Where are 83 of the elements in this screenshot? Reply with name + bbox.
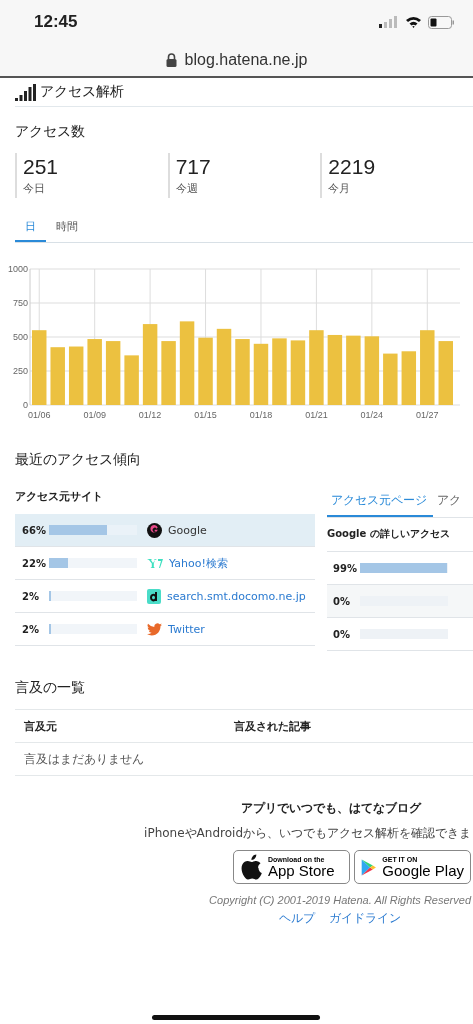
x-axis-label: 01/24	[360, 410, 384, 420]
site-name: search.smt.docomo.ne.jp	[167, 589, 306, 603]
y-axis-label: 500	[12, 332, 28, 342]
apple-icon	[240, 854, 262, 880]
stat-label: 今日	[23, 181, 46, 196]
chart-bar	[124, 355, 139, 405]
x-axis-label: 01/27	[416, 410, 439, 420]
y-axis-label: 750	[12, 298, 28, 308]
source-row[interactable]: 22% Yahoo!検索	[15, 547, 315, 580]
bird-icon	[147, 622, 162, 636]
detail-tab[interactable]: アクセス元ページ	[327, 487, 433, 517]
percent-text: 22%	[22, 557, 46, 569]
source-row[interactable]: 2% Twitter	[15, 613, 315, 646]
section-title: 最近のアクセス傾向	[15, 451, 142, 469]
column-header: 言及された記事	[234, 718, 312, 734]
y-axis-label: 0	[23, 400, 28, 410]
promo-title: アプリでいつでも、はてなブログ	[241, 800, 421, 817]
stat-label: 今月	[328, 181, 352, 196]
chart-bar	[383, 353, 398, 405]
promo-text: iPhoneやAndroidから、いつでもアクセス解析を確認できま	[144, 825, 471, 842]
stat-value: 2219	[328, 155, 377, 179]
lock-icon	[165, 53, 177, 67]
percent-text: 99%	[333, 562, 357, 574]
page-title: アクセス解析	[40, 83, 124, 101]
table-title: アクセス元サイト	[15, 489, 104, 504]
site-name: Google	[168, 523, 207, 537]
y-axis-label: 250	[12, 366, 28, 376]
copyright-text: Copyright (C) 2001-2019 Hatena. All Rights Reserved	[209, 894, 471, 906]
chart-bar	[438, 341, 453, 405]
yahoo-logo-icon	[147, 557, 163, 569]
store-name: App Store	[268, 863, 335, 878]
site-name: Twitter	[168, 622, 205, 636]
chart-bar	[327, 334, 343, 405]
battery-icon	[428, 15, 455, 29]
chart-bar	[50, 347, 65, 405]
chart-bar	[253, 343, 269, 405]
x-axis-label: 01/18	[249, 410, 273, 420]
section-title: 言及の一覧	[15, 679, 86, 697]
google-logo-icon	[147, 522, 162, 538]
percent-text: 0%	[333, 628, 351, 640]
chart-bar	[198, 337, 213, 405]
period-tab[interactable]: 日	[15, 214, 46, 242]
footer-link[interactable]: ヘルプ	[279, 910, 315, 927]
chart-bar	[290, 340, 306, 405]
source-row[interactable]: 2% search.smt.docomo.ne.jp	[15, 580, 315, 613]
chart-bar	[235, 339, 250, 405]
stat-value: 251	[23, 155, 60, 179]
empty-message: 言及はまだありません	[15, 743, 473, 776]
wifi-icon	[405, 16, 422, 28]
period-tab[interactable]: 時間	[46, 214, 88, 242]
stat-label: 今週	[175, 181, 199, 196]
column-header: 言及元	[24, 718, 58, 734]
detail-tab[interactable]: アク	[433, 487, 467, 517]
footer-link[interactable]: ガイドライン	[329, 910, 401, 927]
percent-text: 0%	[333, 595, 351, 607]
x-axis-label: 01/09	[83, 410, 106, 420]
x-axis-label: 01/21	[305, 410, 328, 420]
chart-bar	[105, 341, 121, 405]
docomo-logo-icon	[147, 588, 161, 604]
percent-text: 2%	[22, 623, 40, 635]
chart-bar	[161, 341, 176, 405]
stat-value: 717	[175, 155, 212, 179]
chart-bar	[401, 351, 417, 405]
percent-text: 66%	[22, 524, 46, 536]
x-axis-label: 01/15	[194, 410, 217, 420]
chart-bar	[346, 335, 361, 405]
signal-bars-icon	[15, 83, 36, 101]
site-name: Yahoo!検索	[169, 555, 228, 571]
url-text[interactable]: blog.hatena.ne.jp	[184, 51, 308, 69]
y-axis-label: 1000	[7, 264, 28, 274]
chart-bar	[364, 336, 380, 405]
x-axis-label: 01/12	[138, 410, 162, 420]
chart-bar	[87, 339, 102, 405]
chart-bar	[272, 338, 287, 405]
status-time: 12:45	[34, 12, 78, 32]
chart-bar	[68, 346, 84, 405]
detail-title: Google の詳しいアクセス	[327, 518, 473, 552]
signal-icon	[379, 16, 399, 28]
x-axis-label: 01/06	[27, 410, 51, 420]
store-name: Google Play	[382, 863, 464, 878]
percent-text: 2%	[22, 590, 40, 602]
source-row[interactable]: 66% Google	[15, 514, 315, 547]
section-title: アクセス数	[15, 123, 86, 141]
